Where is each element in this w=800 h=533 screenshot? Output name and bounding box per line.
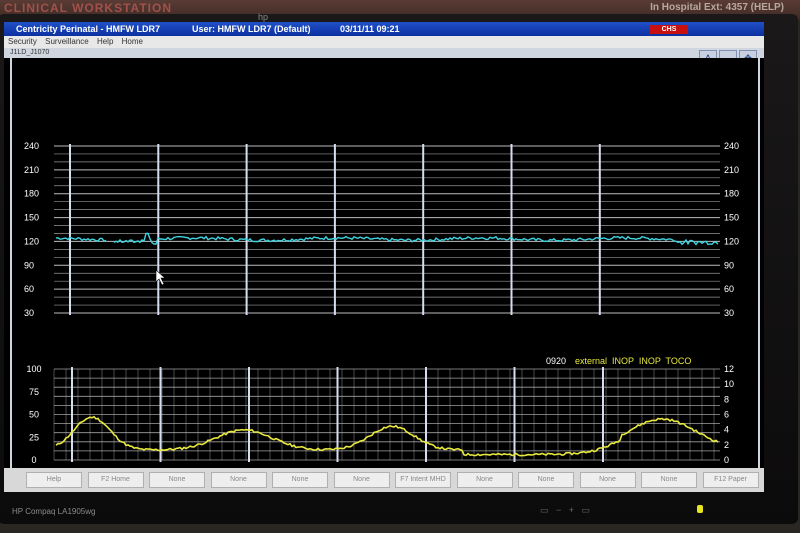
fhr-right-tick: 150 <box>724 213 739 223</box>
toco-left-tick: 75 <box>29 387 39 397</box>
menu-home[interactable]: Home <box>122 37 143 46</box>
toco-right-tick: 8 <box>724 394 729 404</box>
wall-sign-left: CLINICAL WORKSTATION <box>4 1 172 15</box>
fhr-right-tick: 90 <box>724 260 734 270</box>
fhr-left-tick: 90 <box>24 260 34 270</box>
panel-label: J1LD_J1070 <box>10 49 50 56</box>
menu-security[interactable]: Security <box>8 37 37 46</box>
wall-sign-right: In Hospital Ext: 4357 (HELP) <box>650 2 784 13</box>
title-bar: Centricity Perinatal - HMFW LDR7 User: H… <box>4 22 764 36</box>
screen: Centricity Perinatal - HMFW LDR7 User: H… <box>4 22 764 492</box>
datetime-label: 03/11/11 09:21 <box>340 24 400 34</box>
fetal-monitor-strip: 2402101801501209060302402101801501209060… <box>24 141 739 465</box>
toco-grid <box>53 367 720 462</box>
user-label: User: HMFW LDR7 (Default) <box>192 24 311 34</box>
toco-trace <box>55 415 719 457</box>
function-key[interactable]: None <box>641 472 697 488</box>
toco-left-tick: 100 <box>26 364 41 374</box>
toco-left-tick: 0 <box>31 455 36 465</box>
toco-status-time: 0920 <box>546 356 566 366</box>
toco-right-tick: 12 <box>724 364 734 374</box>
brand-logo: CHS <box>650 25 688 34</box>
trace-area: 240 210 180 150 120 90 60 30 240 210 180 150 120 90 60… <box>10 58 760 468</box>
fhr-right-tick: 60 <box>724 284 734 294</box>
fhr-right-tick: 120 <box>724 236 739 246</box>
function-key[interactable]: F12 Paper <box>702 472 759 488</box>
menu-surveillance[interactable]: Surveillance <box>45 37 89 46</box>
monitor-buttons[interactable]: ▭ − + ▭ <box>540 505 590 516</box>
fhr-left-tick: 210 <box>24 165 39 175</box>
function-key[interactable]: None <box>579 472 636 488</box>
function-key[interactable]: None <box>333 472 390 488</box>
app-title: Centricity Perinatal - HMFW LDR7 <box>16 24 161 34</box>
fhr-grid <box>54 144 720 315</box>
menu-bar: Security Surveillance Help Home <box>4 36 764 48</box>
fhr-right-tick: 30 <box>724 308 734 318</box>
toco-right-tick: 10 <box>724 379 734 389</box>
fhr-left-tick: 60 <box>24 284 34 294</box>
function-key[interactable]: F2 Home <box>87 472 144 488</box>
fhr-left-tick: 180 <box>24 189 39 199</box>
menu-help[interactable]: Help <box>97 37 113 46</box>
toco-left-tick: 50 <box>29 410 39 420</box>
fhr-right-tick: 210 <box>724 165 739 175</box>
toco-right-tick: 4 <box>724 425 729 435</box>
toco-right-tick: 2 <box>724 440 729 450</box>
function-key[interactable]: None <box>210 472 267 488</box>
function-key[interactable]: F7 Intent MHD <box>395 472 451 488</box>
fhr-left-tick: 30 <box>24 308 34 318</box>
function-key[interactable]: None <box>518 472 574 488</box>
fhr-right-tick: 240 <box>724 141 739 151</box>
toco-left-tick: 25 <box>29 432 39 442</box>
fhr-trace <box>55 232 719 246</box>
toco-status-text: external INOP INOP TOCO <box>575 356 691 366</box>
monitor-model: HP Compaq LA1905wg <box>12 507 96 516</box>
fhr-left-tick: 150 <box>24 213 39 223</box>
fhr-right-tick: 180 <box>724 189 739 199</box>
fhr-ticks: 240 210 180 150 120 90 60 30 240 210 180 150 120 90 60… <box>24 141 739 318</box>
function-key[interactable]: None <box>272 472 328 488</box>
function-key[interactable]: None <box>149 472 205 488</box>
fhr-left-tick: 120 <box>24 236 39 246</box>
toco-right-tick: 6 <box>724 410 729 420</box>
function-key-bar: Help F2 Home None None None None F7 Intent MHD… <box>4 468 764 492</box>
function-key[interactable]: Help <box>26 472 82 488</box>
patient-panel-header: J1LD_J1070 ⋀↔✥ <box>4 48 764 66</box>
toco-right-tick: 0 <box>724 455 729 465</box>
fhr-left-tick: 240 <box>24 141 39 151</box>
power-led <box>697 505 703 513</box>
function-key[interactable]: None <box>456 472 513 488</box>
monitor-brand: hp <box>258 12 269 22</box>
